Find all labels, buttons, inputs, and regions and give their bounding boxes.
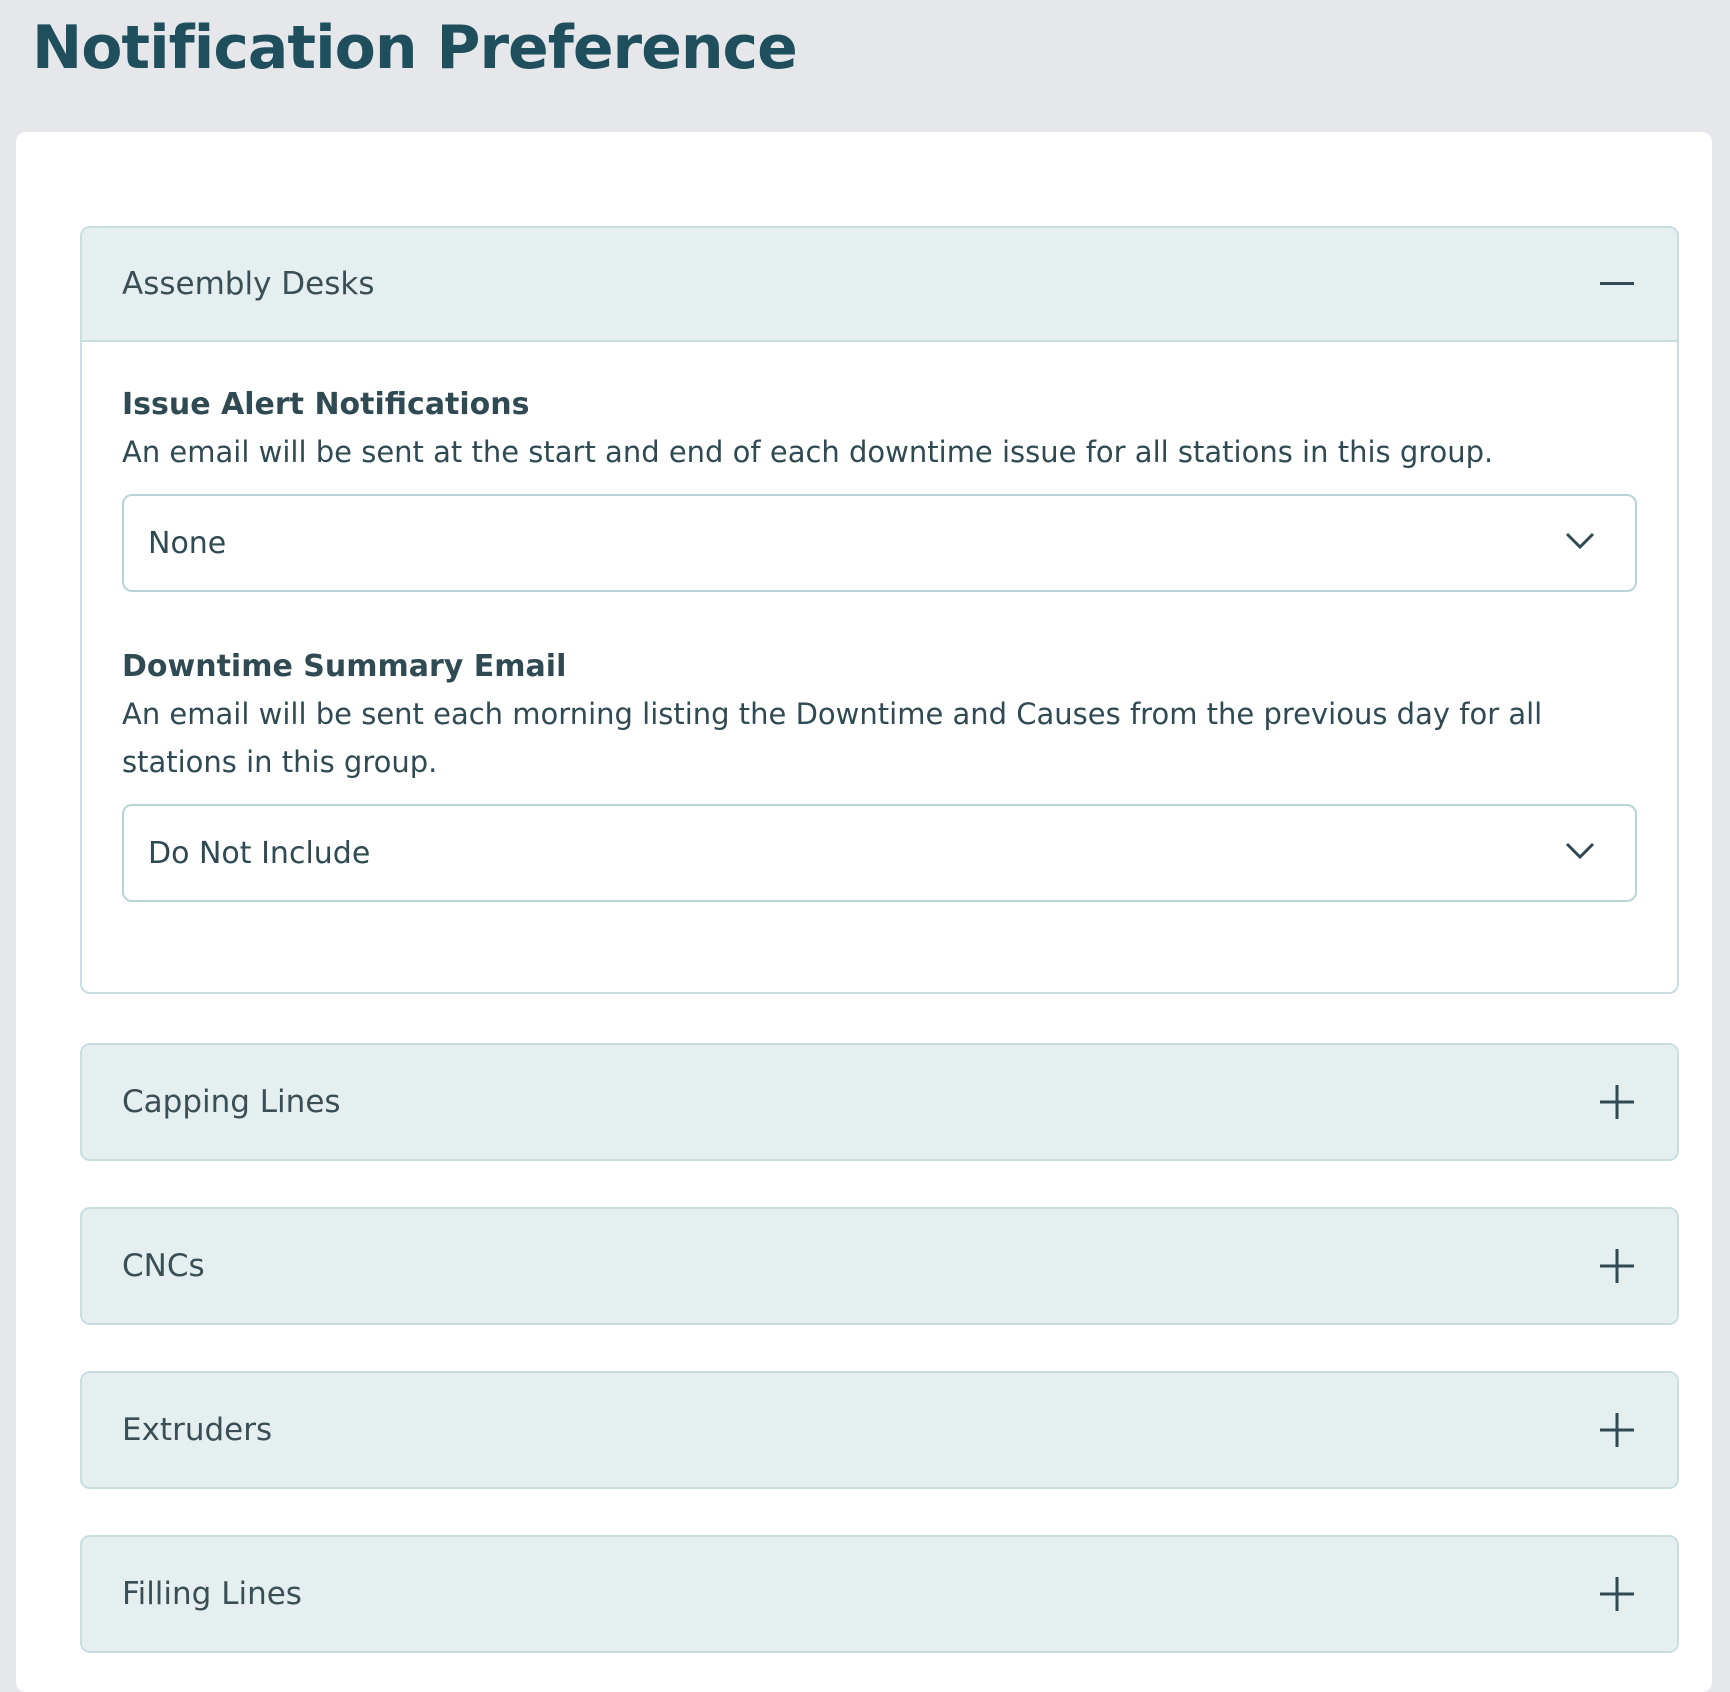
issue-alert-selected-value: None [148,525,227,561]
plus-icon[interactable] [1597,1246,1637,1286]
accordion-title: Assembly Desks [122,266,375,302]
plus-icon[interactable] [1597,1410,1637,1450]
accordion-title: CNCs [122,1248,205,1284]
downtime-summary-select[interactable]: Do Not Include [122,804,1637,902]
accordion-header-capping-lines[interactable]: Capping Lines [82,1045,1677,1159]
preferences-card: Assembly Desks Issue Alert Notifications… [16,132,1712,1692]
minus-icon[interactable] [1597,264,1637,304]
chevron-down-icon [1565,842,1595,864]
accordion-capping-lines: Capping Lines [80,1043,1679,1161]
accordion-title: Capping Lines [122,1084,341,1120]
downtime-summary-description: An email will be sent each morning listi… [122,697,1543,779]
accordion-header-filling-lines[interactable]: Filling Lines [82,1537,1677,1651]
accordion-header-extruders[interactable]: Extruders [82,1373,1677,1487]
accordion-header-assembly-desks[interactable]: Assembly Desks [82,228,1677,342]
accordion-filling-lines: Filling Lines [80,1535,1679,1653]
issue-alert-label: Issue Alert Notifications [122,387,530,422]
chevron-down-icon [1565,532,1595,554]
accordion-assembly-desks: Assembly Desks Issue Alert Notifications… [80,226,1679,994]
downtime-summary-selected-value: Do Not Include [148,835,371,871]
issue-alert-description: An email will be sent at the start and e… [122,435,1494,469]
accordion-extruders: Extruders [80,1371,1679,1489]
accordion-header-cncs[interactable]: CNCs [82,1209,1677,1323]
accordion-title: Extruders [122,1412,273,1448]
issue-alert-field: Issue Alert Notifications An email will … [122,384,1637,592]
plus-icon[interactable] [1597,1574,1637,1614]
page-title: Notification Preference [32,13,798,83]
accordion-cncs: CNCs [80,1207,1679,1325]
issue-alert-select[interactable]: None [122,494,1637,592]
downtime-summary-label: Downtime Summary Email [122,649,567,684]
accordion-title: Filling Lines [122,1576,302,1612]
accordion-body-assembly-desks: Issue Alert Notifications An email will … [82,342,1677,992]
plus-icon[interactable] [1597,1082,1637,1122]
downtime-summary-field: Downtime Summary Email An email will be … [122,646,1637,902]
